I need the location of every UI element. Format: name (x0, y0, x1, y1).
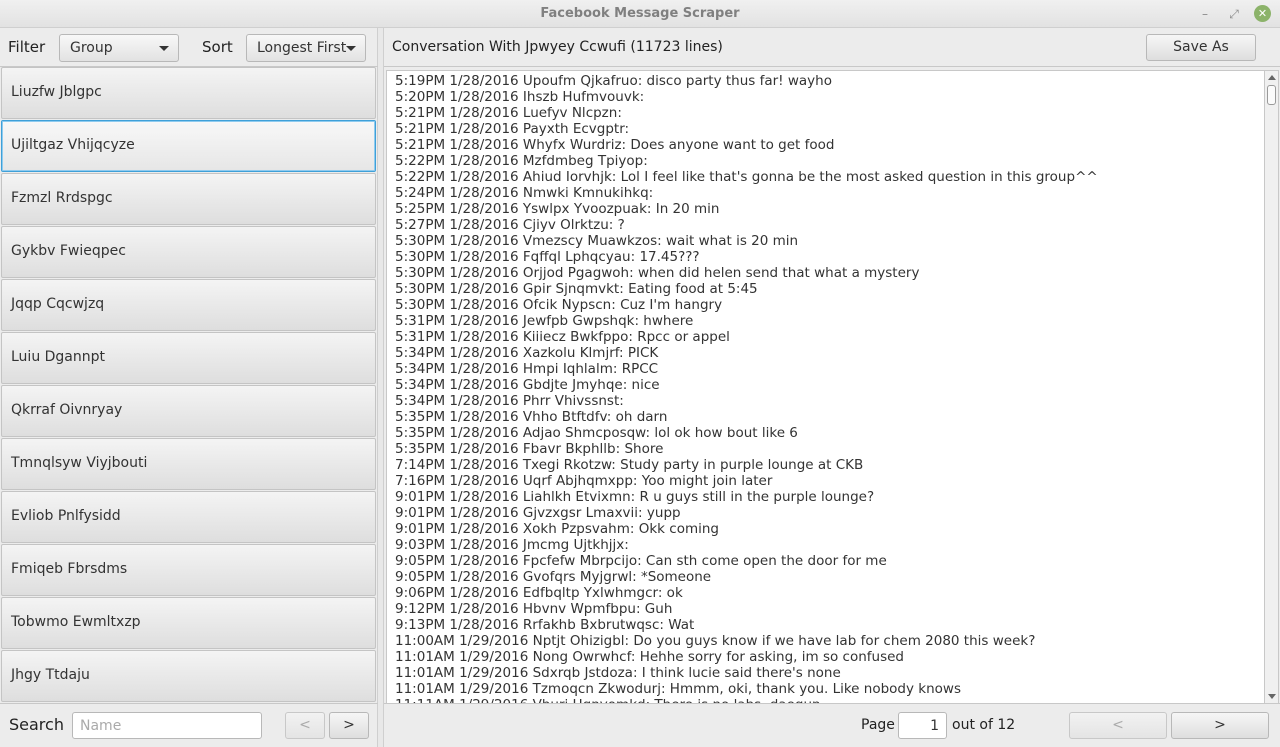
conversation-item[interactable]: Qkrraf Oivnryay (1, 385, 376, 437)
close-icon[interactable]: ✕ (1254, 5, 1271, 22)
scrollbar-thumb[interactable] (1267, 85, 1276, 105)
search-input[interactable] (72, 712, 262, 739)
title-bar: Facebook Message Scraper – ⤢ ✕ (0, 0, 1280, 28)
conversation-item[interactable]: Fmiqeb Fbrsdms (1, 544, 376, 596)
message-line: 11:01AM 1/29/2016 Nong Owrwhcf: Hehhe so… (395, 649, 904, 665)
message-line: 11:01AM 1/29/2016 Sdxrqb Jstdoza: I thin… (395, 665, 841, 681)
save-as-button[interactable]: Save As (1146, 34, 1256, 61)
message-line: 7:14PM 1/28/2016 Txegi Rkotzw: Study par… (395, 457, 864, 473)
filter-dropdown[interactable]: Group (59, 34, 179, 62)
conversation-toolbar: Conversation With Jpwyey Ccwufi (11723 l… (384, 28, 1280, 67)
chevron-down-icon (159, 46, 169, 51)
message-line: 5:31PM 1/28/2016 Kiiiecz Bwkfppo: Rpcc o… (395, 329, 730, 345)
message-line: 5:34PM 1/28/2016 Phrr Vhivssnst: (395, 393, 624, 409)
message-line: 5:34PM 1/28/2016 Gbdjte Jmyhqe: nice (395, 377, 660, 393)
message-line: 5:21PM 1/28/2016 Luefyv Nlcpzn: (395, 105, 622, 121)
message-line: 5:24PM 1/28/2016 Nmwki Kmnukihkq: (395, 185, 654, 201)
conversation-item[interactable]: Evliob Pnlfysidd (1, 491, 376, 543)
message-line: 9:05PM 1/28/2016 Fpcfefw Mbrpcijo: Can s… (395, 553, 887, 569)
page-number-input[interactable] (898, 712, 947, 739)
message-line: 5:21PM 1/28/2016 Whyfx Wurdriz: Does any… (395, 137, 835, 153)
scroll-down-icon[interactable] (1268, 694, 1276, 699)
message-line: 5:31PM 1/28/2016 Jewfpb Gwpshqk: hwhere (395, 313, 694, 329)
window-title: Facebook Message Scraper (540, 6, 740, 21)
conversation-panel: Conversation With Jpwyey Ccwufi (11723 l… (383, 28, 1280, 747)
minimize-icon[interactable]: – (1196, 5, 1214, 23)
prev-page-button[interactable]: < (1069, 712, 1167, 739)
next-page-button[interactable]: > (1171, 712, 1269, 739)
message-line: 5:30PM 1/28/2016 Ofcik Nypscn: Cuz I'm h… (395, 297, 723, 313)
conversation-title: Conversation With Jpwyey Ccwufi (11723 l… (392, 39, 723, 55)
message-line: 9:06PM 1/28/2016 Edfbqltp Yxlwhmgcr: ok (395, 585, 683, 601)
message-line: 5:25PM 1/28/2016 Yswlpx Yvoozpuak: In 20… (395, 201, 720, 217)
message-line: 5:34PM 1/28/2016 Xazkolu Klmjrf: PICK (395, 345, 659, 361)
maximize-icon[interactable]: ⤢ (1225, 5, 1243, 23)
message-line: 5:19PM 1/28/2016 Upoufm Qjkafruo: disco … (395, 73, 832, 89)
sort-dropdown-value: Longest First (257, 40, 347, 56)
scroll-up-icon[interactable] (1268, 75, 1276, 80)
message-line: 5:20PM 1/28/2016 Ihszb Hufmvouvk: (395, 89, 645, 105)
conversation-item[interactable]: Jqqp Cqcwjzq (1, 279, 376, 331)
message-line: 5:30PM 1/28/2016 Orjjod Pgagwoh: when di… (395, 265, 920, 281)
prev-conversations-button[interactable]: < (285, 712, 325, 739)
filter-label: Filter (8, 38, 46, 56)
message-line: 7:16PM 1/28/2016 Uqrf Abjhqmxpp: Yoo mig… (395, 473, 773, 489)
conversation-item[interactable]: Fzmzl Rrdspgc (1, 173, 376, 225)
message-list[interactable]: 5:19PM 1/28/2016 Upoufm Qjkafruo: disco … (386, 70, 1265, 704)
message-line: 9:12PM 1/28/2016 Hbvnv Wpmfbpu: Guh (395, 601, 673, 617)
search-bar: Search < > (0, 703, 378, 747)
message-line: 5:35PM 1/28/2016 Fbavr Bkphllb: Shore (395, 441, 664, 457)
message-line: 9:05PM 1/28/2016 Gvofqrs Myjgrwl: *Someo… (395, 569, 712, 585)
message-line: 5:22PM 1/28/2016 Mzfdmbeg Tpiyop: (395, 153, 648, 169)
conversation-list: Liuzfw Jblgpc Ujiltgaz Vhijqcyze Fzmzl Rrd… (0, 67, 378, 703)
page-count: out of 12 (952, 717, 1016, 733)
message-line: 9:01PM 1/28/2016 Xokh Pzpsvahm: Okk comi… (395, 521, 719, 537)
message-line: 5:22PM 1/28/2016 Ahiud Iorvhjk: Lol I fe… (395, 169, 1098, 185)
conversation-item[interactable]: Liuzfw Jblgpc (1, 67, 376, 119)
sort-label: Sort (202, 38, 233, 56)
conversation-item[interactable]: Jhgy Ttdaju (1, 650, 376, 702)
message-line: 9:01PM 1/28/2016 Gjvzxgsr Lmaxvii: yupp (395, 505, 681, 521)
conversation-item[interactable]: Luiu Dgannpt (1, 332, 376, 384)
conversation-item[interactable]: Ujiltgaz Vhijqcyze (1, 120, 376, 172)
message-line: 5:30PM 1/28/2016 Fqffql Lphqcyau: 17.45?… (395, 249, 700, 265)
message-line: 9:13PM 1/28/2016 Rrfakhb Bxbrutwqsc: Wat (395, 617, 695, 633)
pagination-bar: Page out of 12 < > (384, 703, 1280, 747)
message-line: 11:00AM 1/29/2016 Nptjt Ohizigbl: Do you… (395, 633, 1036, 649)
filter-dropdown-value: Group (70, 40, 113, 56)
vertical-scrollbar[interactable] (1265, 70, 1279, 704)
message-line: 9:03PM 1/28/2016 Jmcmg Ujtkhjjx: (395, 537, 629, 553)
message-line: 5:34PM 1/28/2016 Hmpi Iqhlalm: RPCC (395, 361, 659, 377)
conversation-item[interactable]: Tobwmo Ewmltxzp (1, 597, 376, 649)
filter-toolbar: Filter Group Sort Longest First (0, 28, 378, 67)
message-line: 5:27PM 1/28/2016 Cjiyv Olrktzu: ? (395, 217, 625, 233)
message-line: 5:30PM 1/28/2016 Vmezscy Muawkzos: wait … (395, 233, 799, 249)
conversation-item[interactable]: Tmnqlsyw Viyjbouti (1, 438, 376, 490)
message-line: 5:35PM 1/28/2016 Adjao Shmcposqw: lol ok… (395, 425, 798, 441)
search-label: Search (9, 715, 64, 734)
page-label: Page (861, 717, 895, 733)
next-conversations-button[interactable]: > (329, 712, 369, 739)
chevron-down-icon (346, 46, 356, 51)
message-line: 5:30PM 1/28/2016 Gpir Sjnqmvkt: Eating f… (395, 281, 758, 297)
message-line: 11:01AM 1/29/2016 Tzmoqcn Zkwodurj: Hmmm… (395, 681, 961, 697)
message-line: 9:01PM 1/28/2016 Liahlkh Etvixmn: R u gu… (395, 489, 875, 505)
conversation-sidebar: Filter Group Sort Longest First Liuzfw J… (0, 28, 378, 747)
message-line: 5:21PM 1/28/2016 Payxth Ecvgptr: (395, 121, 630, 137)
message-line: 5:35PM 1/28/2016 Vhho Btftdfv: oh darn (395, 409, 668, 425)
conversation-item[interactable]: Gykbv Fwieqpec (1, 226, 376, 278)
sort-dropdown[interactable]: Longest First (246, 34, 366, 62)
